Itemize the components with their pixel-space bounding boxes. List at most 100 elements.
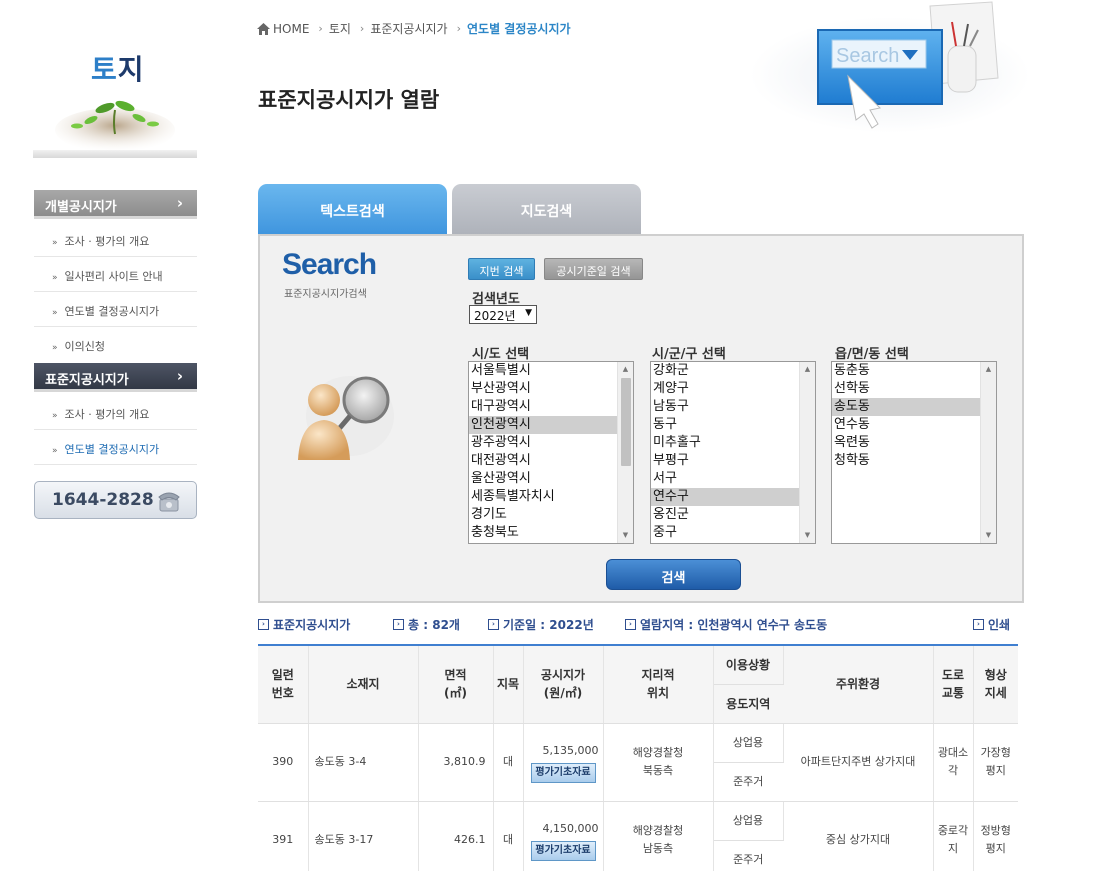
eval-data-button[interactable]: 평가기초자료 xyxy=(530,762,596,783)
list-item-selected[interactable]: 송도동 xyxy=(832,398,980,416)
bullet-icon: » xyxy=(52,308,58,318)
list-item[interactable]: 경기도 xyxy=(469,506,617,524)
info-total: › 총 : 82개 xyxy=(393,616,460,633)
arrow-box-icon: › xyxy=(393,619,404,630)
scroll-up-icon[interactable]: ▲ xyxy=(618,362,633,377)
scroll-down-icon[interactable]: ▼ xyxy=(981,528,996,543)
cell-price: 4,150,000 평가기초자료 xyxy=(523,801,604,871)
info-region: › 열람지역 : 인천광역시 연수구 송도동 xyxy=(625,616,827,633)
col-area: 면적 (㎡) xyxy=(418,644,494,724)
list-item[interactable]: 울산광역시 xyxy=(469,470,617,488)
sidebar-item-yearly-price[interactable]: » 연도별 결정공시지가 xyxy=(34,292,197,327)
info-date: › 기준일 : 2022년 xyxy=(488,616,594,633)
list-item[interactable]: 계양구 xyxy=(651,380,799,398)
list-item-selected[interactable]: 연수구 xyxy=(651,488,799,506)
search-button[interactable]: 검색 xyxy=(606,559,741,590)
list-item[interactable]: 대전광역시 xyxy=(469,452,617,470)
sigungu-label: 시/군/구 선택 xyxy=(652,347,726,362)
lot-search-button[interactable]: 지번 검색 xyxy=(468,258,535,280)
cell-road: 중로각 지 xyxy=(933,801,974,871)
list-item-selected[interactable]: 인천광역시 xyxy=(469,416,617,434)
bullet-icon: » xyxy=(52,411,58,421)
list-item[interactable]: 미추홀구 xyxy=(651,434,799,452)
breadcrumb-home[interactable]: HOME xyxy=(273,22,309,36)
tab-map-search[interactable]: 지도검색 xyxy=(452,184,641,235)
sidebar-item-ilsa-site[interactable]: » 일사편리 사이트 안내 xyxy=(34,257,197,292)
list-item[interactable]: 남동구 xyxy=(651,398,799,416)
year-select[interactable]: 2022년 ▼ xyxy=(469,305,537,324)
list-item[interactable]: 대구광역시 xyxy=(469,398,617,416)
sidebar-item-objection[interactable]: » 이의신청 xyxy=(34,327,197,362)
dong-listbox[interactable]: 동춘동 선학동 송도동 연수동 옥련동 청학동 ▲ ▼ xyxy=(831,361,997,544)
sido-label: 시/도 선택 xyxy=(472,347,530,362)
telephone-icon xyxy=(158,492,180,512)
chevron-down-icon: ▼ xyxy=(525,308,532,318)
list-item[interactable]: 동춘동 xyxy=(832,362,980,380)
col-road: 도로 교통 xyxy=(933,644,974,724)
cell-area: 426.1 xyxy=(418,801,494,871)
phone-banner: 1644-2828 xyxy=(34,481,197,519)
cell-category: 대 xyxy=(493,801,524,871)
sido-listbox[interactable]: 서울특별시 부산광역시 대구광역시 인천광역시 광주광역시 대전광역시 울산광역… xyxy=(468,361,634,544)
scrollbar[interactable]: ▲ ▼ xyxy=(617,362,633,543)
cell-serial: 391 xyxy=(258,801,309,871)
date-search-button[interactable]: 공시기준일 검색 xyxy=(544,258,643,280)
scrollbar[interactable]: ▲ ▼ xyxy=(980,362,996,543)
list-item[interactable]: 청학동 xyxy=(832,452,980,470)
scroll-up-icon[interactable]: ▲ xyxy=(800,362,815,377)
arrow-box-icon: › xyxy=(625,619,636,630)
breadcrumb-item-standard[interactable]: 표준지공시지가 xyxy=(370,20,447,37)
tab-text-search[interactable]: 텍스트검색 xyxy=(258,184,447,235)
list-item[interactable]: 동구 xyxy=(651,416,799,434)
search-logo: Search xyxy=(282,248,377,281)
list-item[interactable]: 서구 xyxy=(651,470,799,488)
scroll-thumb[interactable] xyxy=(621,378,631,466)
sidebar-item-std-yearly-price[interactable]: » 연도별 결정공시지가 xyxy=(34,430,197,465)
list-item[interactable]: 세종특별자치시 xyxy=(469,488,617,506)
list-item[interactable]: 연수동 xyxy=(832,416,980,434)
list-item[interactable]: 선학동 xyxy=(832,380,980,398)
seedling-illustration xyxy=(33,100,197,158)
list-item[interactable]: 옹진군 xyxy=(651,506,799,524)
sidebar-item-survey-overview[interactable]: » 조사 · 평가의 개요 xyxy=(34,222,197,257)
cell-address: 송도동 3-4 xyxy=(308,723,419,802)
bullet-icon: » xyxy=(52,273,58,283)
list-item[interactable]: 옥련동 xyxy=(832,434,980,452)
bullet-icon: » xyxy=(52,238,58,248)
sidebar-section-individual[interactable]: 개별공시지가 › xyxy=(34,190,197,219)
col-shape: 형상 지세 xyxy=(973,644,1018,724)
list-item[interactable]: 광주광역시 xyxy=(469,434,617,452)
breadcrumb-separator: › xyxy=(359,22,365,35)
chevron-right-icon: › xyxy=(176,367,183,385)
breadcrumb-item-land[interactable]: 토지 xyxy=(329,20,351,37)
cell-category: 대 xyxy=(493,723,524,802)
result-info-bar: › 표준지공시지가 › 총 : 82개 › 기준일 : 2022년 › 열람지역 : 인… xyxy=(258,616,1018,634)
col-usage: 이용상황 xyxy=(713,644,784,685)
sidebar-section-standard[interactable]: 표준지공시지가 › xyxy=(34,363,197,392)
print-button[interactable]: › 인쇄 xyxy=(973,616,1010,633)
list-item[interactable]: 충청북도 xyxy=(469,524,617,542)
info-category: › 표준지공시지가 xyxy=(258,616,350,633)
scroll-up-icon[interactable]: ▲ xyxy=(981,362,996,377)
scrollbar[interactable]: ▲ ▼ xyxy=(799,362,815,543)
scroll-down-icon[interactable]: ▼ xyxy=(800,528,815,543)
cell-location: 해양경찰청 북동측 xyxy=(603,723,714,802)
cell-road: 광대소각 xyxy=(933,723,974,802)
bullet-icon: » xyxy=(52,446,58,456)
cell-environment: 아파트단지주변 상가지대 xyxy=(783,723,934,802)
col-serial: 일련 번호 xyxy=(258,644,309,724)
list-item[interactable]: 중구 xyxy=(651,524,799,542)
sidebar-item-std-survey-overview[interactable]: » 조사 · 평가의 개요 xyxy=(34,395,197,430)
cell-serial: 390 xyxy=(258,723,309,802)
sidebar-title: 토지 xyxy=(91,53,145,86)
list-item[interactable]: 부산광역시 xyxy=(469,380,617,398)
list-item[interactable]: 강화군 xyxy=(651,362,799,380)
sigungu-listbox[interactable]: 강화군 계양구 남동구 동구 미추홀구 부평구 서구 연수구 옹진군 중구 ▲ … xyxy=(650,361,816,544)
list-item[interactable]: 부평구 xyxy=(651,452,799,470)
cell-location: 해양경찰청 남동측 xyxy=(603,801,714,871)
table-row: 390 송도동 3-4 3,810.9 대 5,135,000 평가기초자료 해… xyxy=(258,723,1018,802)
cell-usage: 상업용 xyxy=(713,723,784,763)
scroll-down-icon[interactable]: ▼ xyxy=(618,528,633,543)
eval-data-button[interactable]: 평가기초자료 xyxy=(530,840,596,861)
list-item[interactable]: 서울특별시 xyxy=(469,362,617,380)
